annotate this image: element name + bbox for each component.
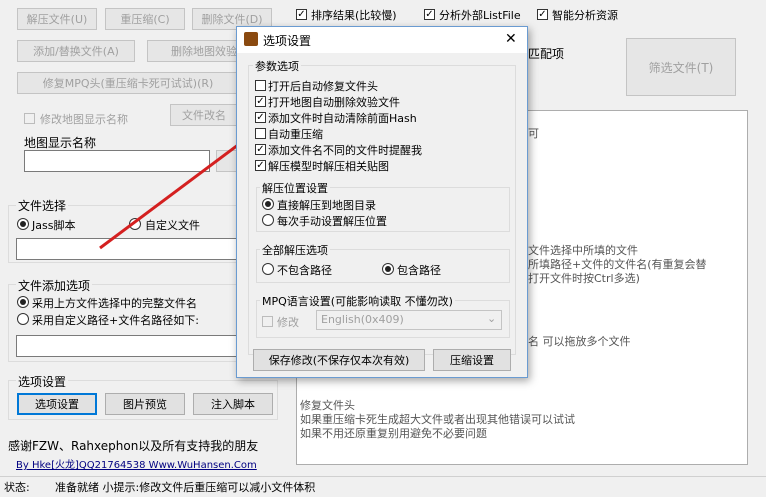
extract-location-title: 解压位置设置 xyxy=(260,180,330,196)
manual-location-radio[interactable] xyxy=(262,214,274,226)
dialog-titlebar[interactable]: 选项设置 ✕ xyxy=(237,27,527,53)
extract-textures-checkbox[interactable]: ✓ xyxy=(255,160,266,171)
manual-location-label: 每次手动设置解压位置 xyxy=(277,215,387,228)
remind-diff-name-checkbox[interactable]: ✓ xyxy=(255,144,266,155)
options-dialog: 选项设置 ✕ 参数选项 打开后自动修复文件头 ✓ 打开地图自动删除效验文件 ✓ … xyxy=(236,26,528,378)
no-path-radio[interactable] xyxy=(262,263,274,275)
chevron-down-icon: ⌄ xyxy=(487,312,497,325)
mpq-language-title: MPQ语言设置(可能影响读取 不懂勿改) xyxy=(260,293,455,309)
clear-hash-checkbox[interactable]: ✓ xyxy=(255,112,266,123)
compress-settings-button[interactable]: 压缩设置 xyxy=(433,349,511,371)
extract-textures-label: 解压模型时解压相关贴图 xyxy=(268,160,389,173)
auto-fix-header-checkbox[interactable] xyxy=(255,80,266,91)
dialog-title: 选项设置 xyxy=(263,34,312,48)
language-value: English(0x409) xyxy=(321,313,404,326)
save-settings-button[interactable]: 保存修改(不保存仅本次有效) xyxy=(253,349,425,371)
language-select[interactable]: English(0x409) ⌄ xyxy=(316,310,502,330)
close-icon[interactable]: ✕ xyxy=(505,31,517,47)
modify-language-label: 修改 xyxy=(277,316,299,329)
auto-fix-header-label: 打开后自动修复文件头 xyxy=(268,80,378,93)
extract-to-map-radio[interactable] xyxy=(262,198,274,210)
app-icon xyxy=(244,32,258,46)
with-path-radio[interactable] xyxy=(382,263,394,275)
auto-delete-verify-checkbox[interactable]: ✓ xyxy=(255,96,266,107)
no-path-label: 不包含路径 xyxy=(277,264,332,277)
auto-delete-verify-label: 打开地图自动删除效验文件 xyxy=(268,96,400,109)
auto-recompress-checkbox[interactable] xyxy=(255,128,266,139)
auto-recompress-label: 自动重压缩 xyxy=(268,128,323,141)
all-extract-title: 全部解压选项 xyxy=(260,242,330,258)
extract-to-map-label: 直接解压到地图目录 xyxy=(277,199,376,212)
remind-diff-name-label: 添加文件名不同的文件时提醒我 xyxy=(268,144,422,157)
modify-language-checkbox[interactable] xyxy=(262,316,273,327)
clear-hash-label: 添加文件时自动清除前面Hash xyxy=(268,112,417,125)
with-path-label: 包含路径 xyxy=(397,264,441,277)
params-group-title: 参数选项 xyxy=(253,58,301,74)
